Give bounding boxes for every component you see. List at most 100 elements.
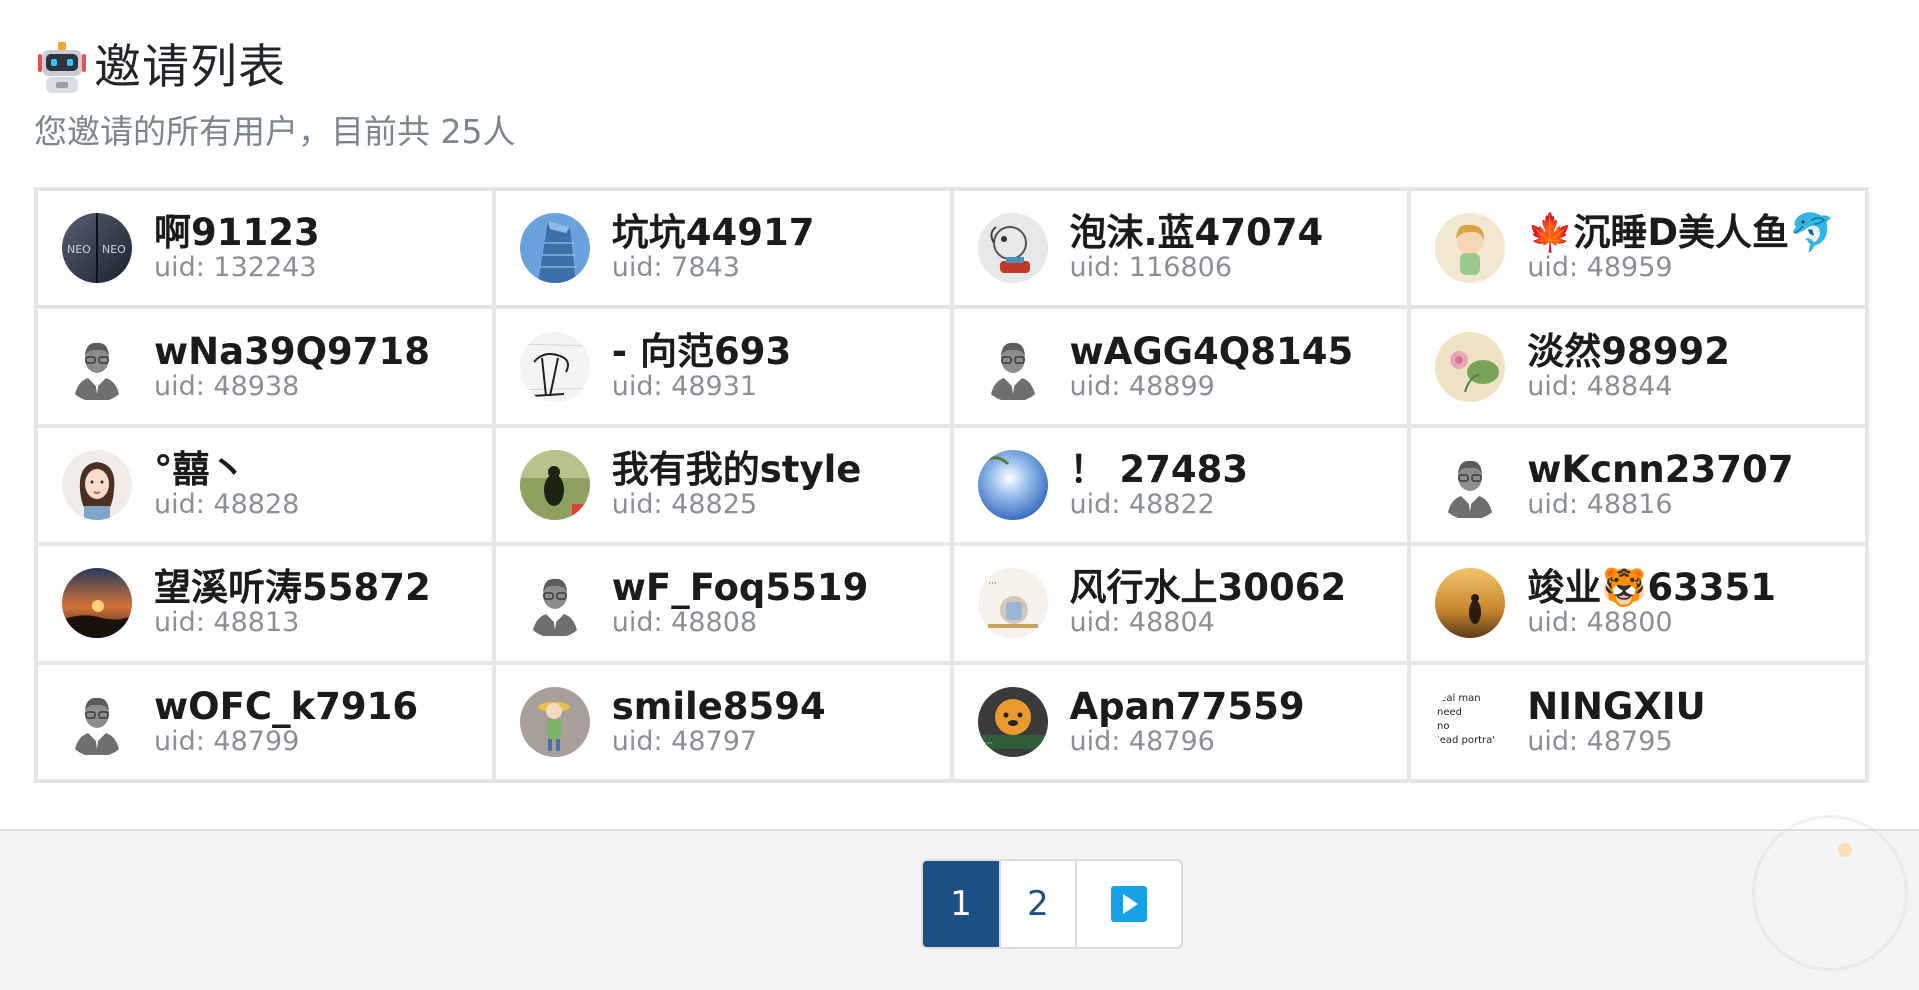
svg-text:···: ··· <box>984 739 993 749</box>
user-card[interactable]: wNa39Q9718 uid: 48938 <box>36 307 494 426</box>
user-info: 望溪听涛55872 uid: 48813 <box>154 568 431 638</box>
user-avatar: NEO NEO <box>62 213 132 284</box>
user-avatar <box>62 449 132 520</box>
page-button-1[interactable]: 1 <box>923 861 999 947</box>
user-uid: uid: 48799 <box>154 725 300 757</box>
user-card[interactable]: 坑坑44917 uid: 7843 <box>493 189 952 308</box>
user-info: °囍丶 uid: 48828 <box>154 447 299 520</box>
user-uid: uid: 48797 <box>611 725 758 757</box>
user-avatar <box>1435 213 1506 284</box>
default-person-icon <box>62 686 132 757</box>
user-name: - 向范693 <box>611 329 792 373</box>
user-card[interactable]: wOFC_k7916 uid: 48799 <box>36 662 494 781</box>
user-avatar: ··· <box>977 568 1048 639</box>
user-uid: uid: 48822 <box>1069 488 1215 520</box>
page-title: 邀请列表 <box>94 40 286 95</box>
user-info: NINGXIU uid: 48795 <box>1527 686 1705 757</box>
user-avatar <box>519 686 590 757</box>
user-info: wNa39Q9718 uid: 48938 <box>154 329 431 402</box>
user-card[interactable]: wF_Foq5519 uid: 48808 <box>493 544 952 663</box>
svg-text:NEO: NEO <box>102 243 126 256</box>
user-card[interactable]: - 向范693 uid: 48931 <box>493 307 952 426</box>
user-card[interactable]: ··· 风行水上30062 uid: 48804 <box>951 544 1410 663</box>
user-uid: uid: 48795 <box>1527 725 1673 757</box>
user-uid: uid: 116806 <box>1069 252 1233 284</box>
user-uid: uid: 48800 <box>1527 607 1673 639</box>
user-uid: uid: 48959 <box>1527 252 1673 284</box>
user-info: 我有我的style uid: 48825 <box>611 447 862 520</box>
user-card[interactable]: 淡然98992 uid: 48844 <box>1409 307 1867 426</box>
watermark-dot <box>1838 843 1852 857</box>
user-info: 风行水上30062 uid: 48804 <box>1070 568 1347 638</box>
pagination: 1 2 <box>921 859 1183 949</box>
user-card[interactable]: 🍁沉睡D美人鱼🐬 uid: 48959 <box>1409 189 1867 308</box>
user-info: wAGG4Q8145 uid: 48899 <box>1069 329 1354 402</box>
user-uid: uid: 7843 <box>611 252 740 284</box>
user-avatar <box>977 213 1048 284</box>
user-avatar <box>62 568 132 639</box>
user-info: Apan77559 uid: 48796 <box>1069 686 1305 757</box>
page-button-2[interactable]: 2 <box>999 861 1075 947</box>
user-name: wNa39Q9718 <box>154 329 431 373</box>
user-name: wAGG4Q8145 <box>1069 329 1354 373</box>
user-uid: uid: 48804 <box>1069 607 1215 639</box>
user-name: 淡然98992 <box>1527 329 1730 373</box>
user-uid: uid: 48938 <box>154 370 300 402</box>
user-uid: uid: 48931 <box>611 370 758 402</box>
user-card[interactable]: .eal man need no 'ead portra' NINGXIU uid: 48… <box>1409 662 1867 781</box>
user-info: ！ 27483 uid: 48822 <box>1069 449 1249 520</box>
svg-text:'ead portra': 'ead portra' <box>1437 735 1495 746</box>
svg-text:···: ··· <box>988 579 997 589</box>
user-card[interactable]: °囍丶 uid: 48828 <box>36 425 494 545</box>
user-info: 🍁沉睡D美人鱼🐬 uid: 48959 <box>1527 213 1835 283</box>
user-name: 竣业🐯63351 <box>1527 566 1777 610</box>
user-uid: uid: 48808 <box>611 607 758 639</box>
user-name: 我有我的style <box>611 447 862 491</box>
user-uid: uid: 48844 <box>1527 370 1673 402</box>
next-page-button[interactable] <box>1075 861 1181 947</box>
user-info: wOFC_k7916 uid: 48799 <box>154 684 419 757</box>
user-avatar <box>1435 331 1506 402</box>
user-uid: uid: 48899 <box>1069 370 1215 402</box>
user-name: 坑坑44917 <box>611 211 815 255</box>
user-card[interactable]: 望溪听涛55872 uid: 48813 <box>36 544 494 663</box>
user-card[interactable]: 竣业🐯63351 uid: 48800 <box>1409 544 1867 663</box>
user-name: 望溪听涛55872 <box>154 566 431 610</box>
user-info: 竣业🐯63351 uid: 48800 <box>1527 568 1776 638</box>
user-name: wOFC_k7916 <box>154 684 419 728</box>
user-card[interactable]: smile8594 uid: 48797 <box>493 662 952 781</box>
svg-text:NEO: NEO <box>67 243 91 256</box>
page-header: 邀请列表 您邀请的所有用户，目前共 25人 <box>34 38 515 154</box>
user-card[interactable]: ··· Apan77559 uid: 48796 <box>951 662 1410 781</box>
default-person-icon <box>977 331 1048 402</box>
user-card[interactable]: wAGG4Q8145 uid: 48899 <box>951 307 1410 426</box>
user-info: - 向范693 uid: 48931 <box>611 329 792 402</box>
user-info: 泡沫.蓝47074 uid: 116806 <box>1070 213 1324 283</box>
user-name: °囍丶 <box>154 447 247 491</box>
default-person-icon <box>62 331 132 402</box>
user-card[interactable]: 泡沫.蓝47074 uid: 116806 <box>951 189 1410 308</box>
user-uid: uid: 48796 <box>1069 725 1215 757</box>
user-uid: uid: 48813 <box>154 607 300 639</box>
default-person-icon <box>1435 449 1506 520</box>
user-avatar <box>519 213 590 284</box>
default-person-icon <box>519 568 590 639</box>
user-card[interactable]: ！ 27483 uid: 48822 <box>951 425 1410 545</box>
user-card[interactable]: wKcnn23707 uid: 48816 <box>1409 425 1867 545</box>
user-info: 坑坑44917 uid: 7843 <box>612 213 815 283</box>
user-name: wF_Foq5519 <box>611 566 869 610</box>
user-uid: uid: 132243 <box>154 252 317 284</box>
page-subtitle: 您邀请的所有用户，目前共 25人 <box>34 112 516 151</box>
watermark-logo <box>1752 815 1908 971</box>
user-card[interactable]: NEO NEO 啊91123 uid: 132243 <box>36 189 494 308</box>
title-row: 邀请列表 <box>34 38 515 98</box>
user-card[interactable]: 我有我的style uid: 48825 <box>493 425 952 545</box>
play-next-icon <box>1111 886 1147 922</box>
user-name: 泡沫.蓝47074 <box>1069 211 1324 255</box>
user-info: 淡然98992 uid: 48844 <box>1527 329 1730 402</box>
svg-text:.eal man: .eal man <box>1437 693 1481 704</box>
user-name: wKcnn23707 <box>1527 447 1794 491</box>
user-uid: uid: 48816 <box>1527 488 1673 520</box>
user-info: smile8594 uid: 48797 <box>611 686 826 757</box>
user-info: wF_Foq5519 uid: 48808 <box>612 568 869 638</box>
